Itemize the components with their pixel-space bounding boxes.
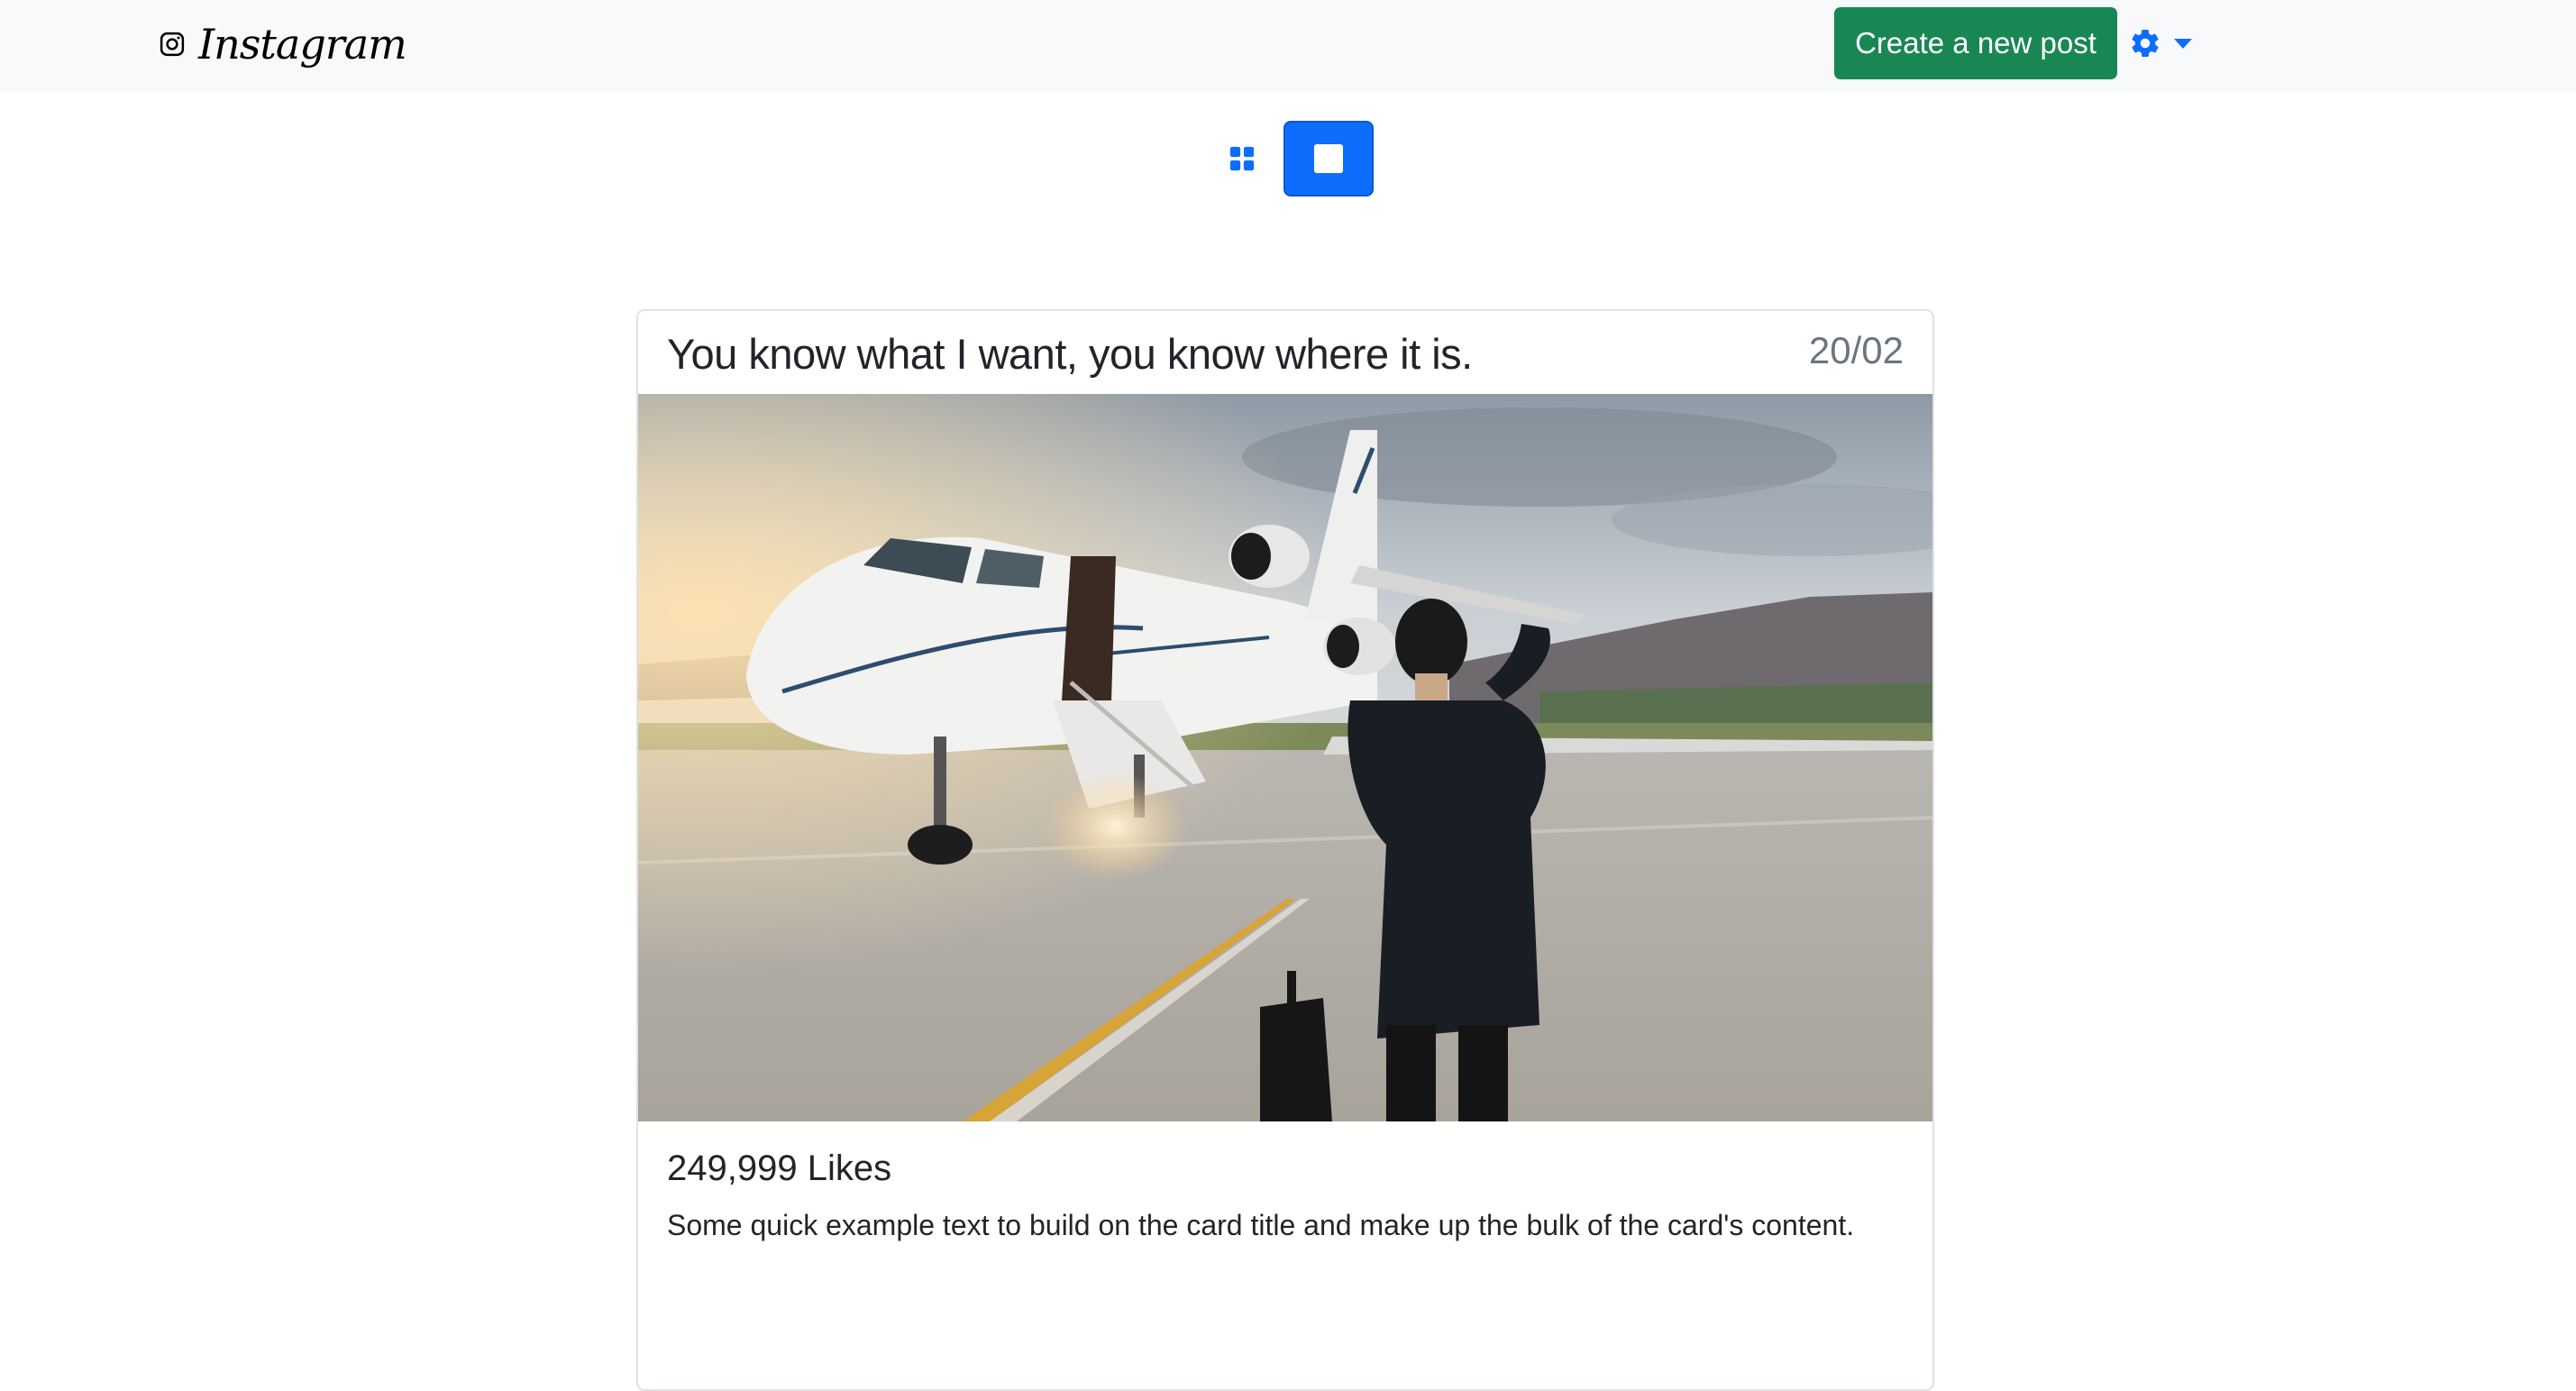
post-date: 20/02 [1808,329,1904,371]
brand-link[interactable]: Instagram [159,13,407,76]
single-view-button[interactable] [1283,121,1374,197]
brand-name: Instagram [198,20,407,69]
gear-icon [2132,29,2159,57]
post-card-header: You know what I want, you know where it … [638,311,1932,394]
post-image [638,394,1932,1121]
instagram-icon [160,32,185,57]
view-toggle [1217,120,1374,197]
grid-icon [1229,146,1255,171]
post-text: Some quick example text to build on the … [667,1209,1855,1241]
square-icon [1314,144,1343,173]
create-post-button[interactable]: Create a new post [1834,7,2117,79]
grid-view-button[interactable] [1217,120,1267,197]
post-card: You know what I want, you know where it … [636,309,1934,1391]
post-card-body: 249,999 Likes Some quick example text to… [638,1121,1932,1242]
post-title: You know what I want, you know where it … [667,330,1473,378]
caret-down-icon [2174,38,2192,49]
post-likes: 249,999 Likes [667,1148,892,1188]
settings-dropdown-toggle[interactable] [2129,22,2192,65]
navbar: Instagram Create a new post [0,0,2576,93]
